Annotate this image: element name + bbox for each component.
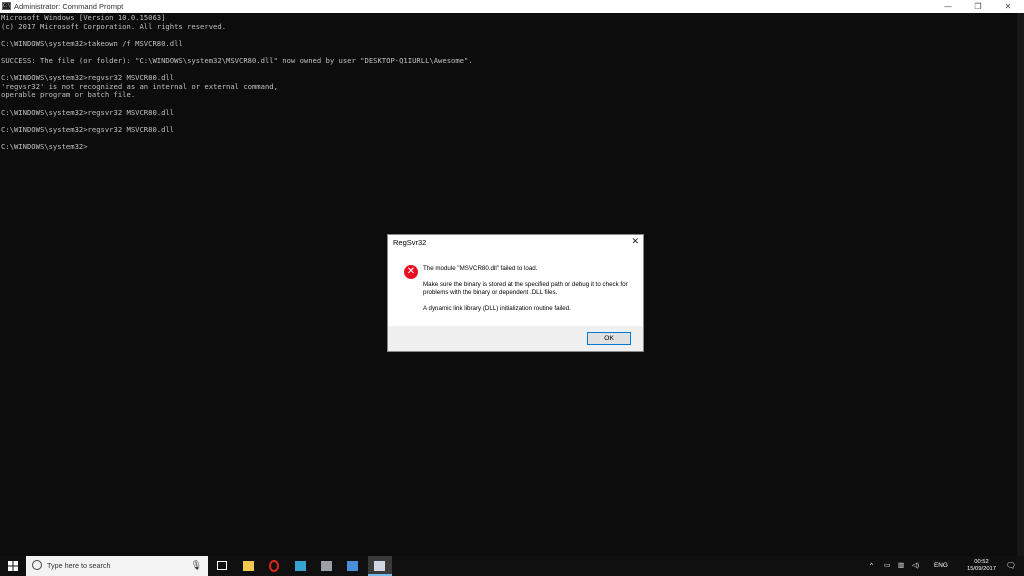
system-tray: ^ ▭ ▥ ◁) ENG 00:52 15/09/2017 🗨 — [864, 556, 1024, 576]
console-line: operable program or batch file. — [1, 90, 136, 100]
maximize-button[interactable]: ❐ — [966, 0, 990, 13]
ok-button[interactable]: OK — [587, 332, 631, 345]
taskbar-app-button[interactable] — [289, 556, 313, 576]
clock[interactable]: 00:52 15/09/2017 — [967, 559, 996, 573]
taskbar: Type here to search 🎙 ^ ▭ ▥ ◁) ENG 00:52… — [0, 556, 1024, 576]
console-scrollbar[interactable] — [1017, 13, 1024, 556]
maxthon-icon — [295, 561, 306, 571]
taskbar-app-button[interactable] — [211, 556, 235, 576]
console-line: (c) 2017 Microsoft Corporation. All righ… — [1, 21, 227, 31]
taskbar-app-button[interactable] — [368, 556, 392, 576]
file-explorer-icon — [243, 561, 254, 571]
windows-logo-icon — [8, 561, 18, 571]
volume-icon[interactable]: ◁) — [912, 556, 919, 576]
clock-date: 15/09/2017 — [966, 566, 996, 572]
taskbar-app-button[interactable] — [315, 556, 339, 576]
language-indicator[interactable]: ENG — [934, 556, 948, 576]
dialog-message-detail: Make sure the binary is stored at the sp… — [423, 281, 628, 296]
task-view-icon — [217, 561, 227, 570]
taskbar-app-button[interactable] — [263, 556, 287, 576]
action-center-icon[interactable]: 🗨 — [1002, 556, 1020, 576]
dialog-title: RegSvr32 — [393, 238, 427, 247]
dialog-close-button[interactable]: ✕ — [631, 236, 639, 247]
error-icon: ✕ — [404, 265, 418, 279]
cmd-icon: C:\ — [2, 2, 11, 10]
search-placeholder: Type here to search — [47, 561, 111, 570]
microphone-icon[interactable]: 🎙 — [191, 560, 202, 571]
console-line: 'regvsr32' is not recognized as an inter… — [1, 81, 278, 91]
console-line: C:\WINDOWS\system32> — [1, 141, 88, 151]
network-app-icon — [347, 561, 358, 571]
taskbar-search-box[interactable]: Type here to search 🎙 — [26, 556, 208, 576]
console-line: C:\WINDOWS\system32>regsvr32 MSVCR80.dll — [1, 124, 175, 134]
search-icon — [32, 560, 42, 570]
network-icon[interactable]: ▥ — [898, 556, 904, 576]
clock-time: 00:52 — [974, 559, 989, 565]
console-line: SUCCESS: The file (or folder): "C:\WINDO… — [1, 55, 473, 65]
window-title-bar[interactable]: C:\ Administrator: Command Prompt — ❐ ✕ — [0, 0, 1024, 13]
console-line: C:\WINDOWS\system32>takeown /f MSVCR80.d… — [1, 38, 183, 48]
taskbar-app-button[interactable] — [237, 556, 261, 576]
start-button[interactable] — [0, 556, 26, 576]
dialog-button-bar: OK — [388, 326, 643, 351]
dialog-message-primary: The module "MSVCR80.dll" failed to load. — [423, 265, 538, 272]
dialog-message-reason: A dynamic link library (DLL) initializat… — [423, 305, 571, 312]
console-line: C:\WINDOWS\system32>regsvr32 MSVCR80.dll — [1, 107, 175, 117]
taskbar-app-button[interactable] — [341, 556, 365, 576]
window-title: Administrator: Command Prompt — [14, 2, 124, 11]
command-prompt-icon — [374, 561, 385, 571]
battery-icon[interactable]: ▭ — [884, 556, 890, 576]
terminal-icon — [321, 561, 332, 571]
show-hidden-icons-chevron[interactable]: ^ — [870, 556, 873, 576]
regsvr32-error-dialog: RegSvr32 ✕ ✕ The module "MSVCR80.dll" fa… — [387, 234, 644, 352]
minimize-button[interactable]: — — [936, 0, 960, 13]
close-button[interactable]: ✕ — [996, 0, 1020, 13]
opera-icon — [269, 560, 279, 572]
